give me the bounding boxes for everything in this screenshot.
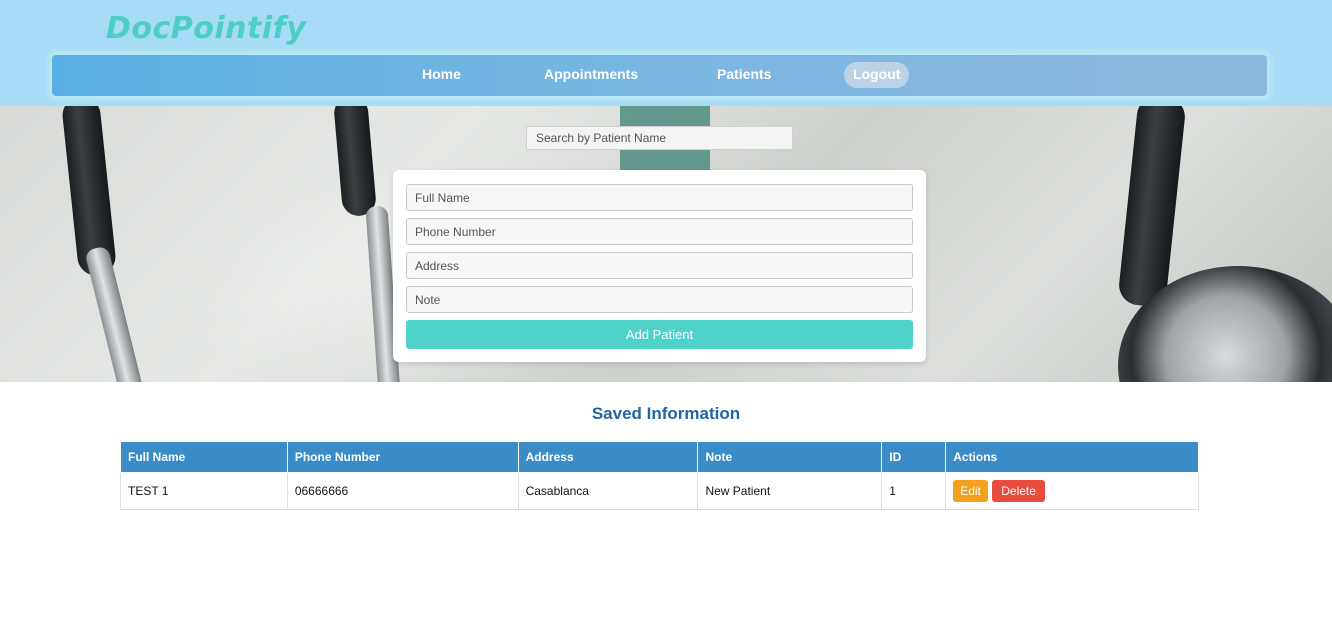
add-patient-form: Add Patient bbox=[393, 170, 926, 362]
note-field[interactable] bbox=[406, 286, 913, 313]
main-navbar: Home Appointments Patients Logout bbox=[52, 55, 1267, 96]
patients-table: Full Name Phone Number Address Note ID A… bbox=[120, 441, 1199, 510]
nav-home[interactable]: Home bbox=[422, 55, 461, 96]
stethoscope-earpiece-left bbox=[84, 245, 144, 382]
saved-information-title: Saved Information bbox=[591, 404, 741, 423]
nav-appointments[interactable]: Appointments bbox=[544, 55, 638, 96]
cell-note: New Patient bbox=[697, 472, 883, 510]
add-patient-button[interactable]: Add Patient bbox=[406, 320, 913, 349]
table-row: TEST 1 06666666 Casablanca New Patient 1… bbox=[120, 472, 1199, 510]
phone-number-field[interactable] bbox=[406, 218, 913, 245]
patient-search-input[interactable] bbox=[526, 126, 793, 150]
column-header-actions: Actions bbox=[945, 441, 1199, 473]
header: DocPointify Home Appointments Patients L… bbox=[0, 0, 1332, 106]
cell-actions: Edit Delete bbox=[945, 472, 1199, 510]
cell-full-name: TEST 1 bbox=[120, 472, 288, 510]
table-header-row: Full Name Phone Number Address Note ID A… bbox=[120, 441, 1199, 473]
edit-button[interactable]: Edit bbox=[953, 480, 988, 502]
column-header-note: Note bbox=[697, 441, 883, 473]
column-header-phone-number: Phone Number bbox=[286, 441, 519, 473]
cell-id: 1 bbox=[881, 472, 947, 510]
nav-patients[interactable]: Patients bbox=[717, 55, 771, 96]
full-name-field[interactable] bbox=[406, 184, 913, 211]
app-logo[interactable]: DocPointify bbox=[106, 11, 306, 46]
stethoscope-tube-right bbox=[1117, 106, 1187, 308]
address-field[interactable] bbox=[406, 252, 913, 279]
column-header-address: Address bbox=[517, 441, 699, 473]
cell-phone-number: 06666666 bbox=[286, 472, 519, 510]
column-header-full-name: Full Name bbox=[120, 441, 288, 473]
logout-button[interactable]: Logout bbox=[844, 62, 910, 88]
cell-address: Casablanca bbox=[517, 472, 699, 510]
column-header-id: ID bbox=[881, 441, 947, 473]
delete-button[interactable]: Delete bbox=[992, 480, 1045, 502]
